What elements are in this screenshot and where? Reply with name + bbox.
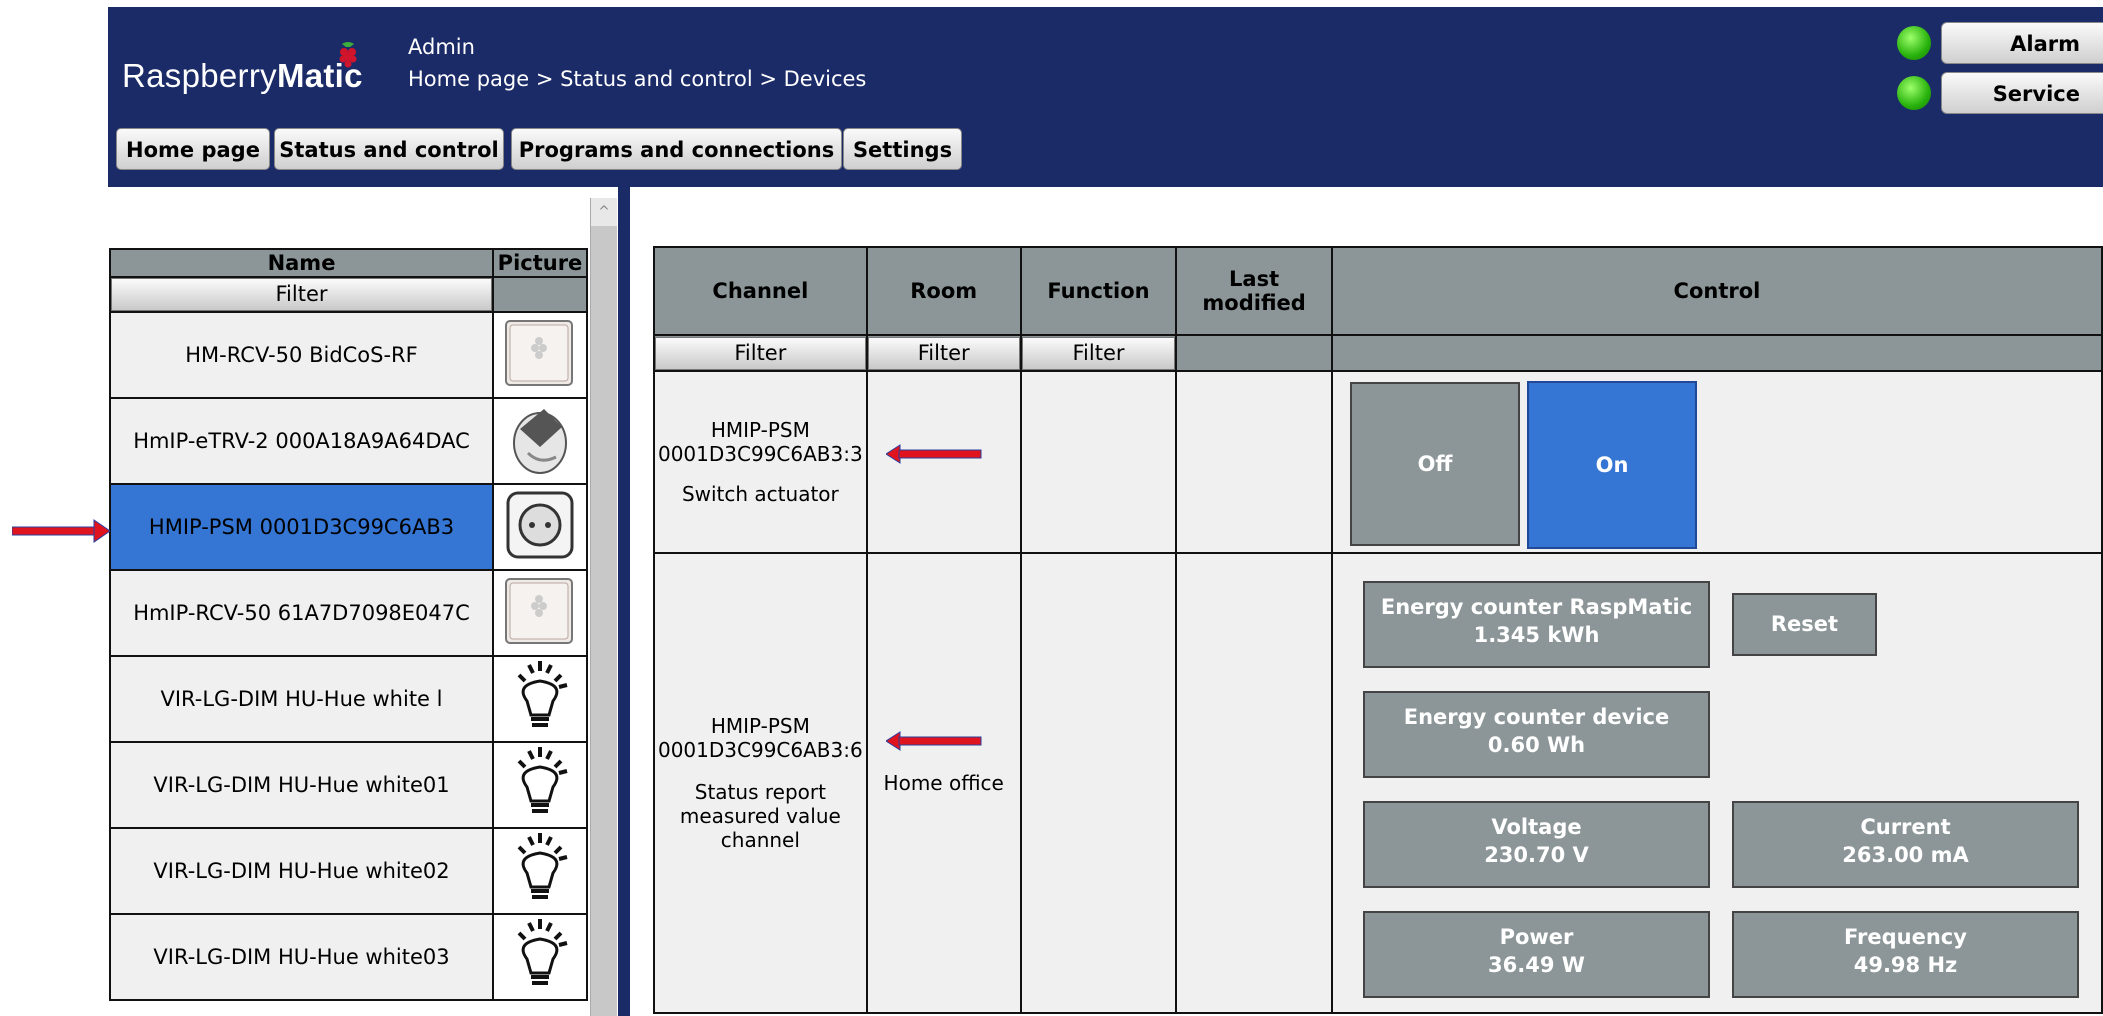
- plug-socket-icon: [492, 483, 588, 571]
- annotation-arrow-icon: [886, 731, 982, 751]
- frequency-value: Frequency 49.98 Hz: [1732, 911, 2079, 998]
- channel-type: Switch actuator: [681, 482, 839, 506]
- energy-counter-device-value: Energy counter device 0.60 Wh: [1363, 691, 1710, 778]
- device-name[interactable]: HMIP-PSM 0001D3C99C6AB3: [109, 483, 494, 571]
- room-filter-button[interactable]: Filter: [867, 336, 1020, 370]
- user-name: Admin: [408, 35, 475, 59]
- nav-programs-connections-button[interactable]: Programs and connections: [511, 128, 842, 170]
- light-bulb-icon: [492, 741, 588, 829]
- column-name: Name: [109, 248, 494, 278]
- radiator-thermostat-icon: [492, 397, 588, 485]
- light-bulb-icon: [492, 655, 588, 743]
- panel-divider: [618, 187, 630, 1016]
- device-name[interactable]: VIR-LG-DIM HU-Hue white01: [109, 741, 494, 829]
- column-control: Control: [1330, 246, 2103, 336]
- device-row[interactable]: VIR-LG-DIM HU-Hue white l: [109, 655, 588, 743]
- nav-status-control-button[interactable]: Status and control: [274, 128, 504, 170]
- nav-home-page-button[interactable]: Home page: [116, 128, 270, 170]
- power-value: Power 36.49 W: [1363, 911, 1710, 998]
- alarm-status-led: [1897, 26, 1931, 60]
- device-name[interactable]: HM-RCV-50 BidCoS-RF: [109, 311, 494, 399]
- nav-settings-button[interactable]: Settings: [843, 128, 962, 170]
- breadcrumb: Home page > Status and control > Devices: [408, 67, 867, 91]
- device-list-scrollbar[interactable]: ^: [590, 198, 617, 1016]
- annotation-arrow-icon: [886, 444, 982, 464]
- device-row[interactable]: HM-RCV-50 BidCoS-RF: [109, 311, 588, 399]
- switch-on-button[interactable]: On: [1527, 381, 1697, 549]
- channel-cell: HMIP-PSM 0001D3C99C6AB3:6 Status report …: [653, 552, 868, 1014]
- service-button[interactable]: Service: [1941, 72, 2103, 114]
- device-name[interactable]: VIR-LG-DIM HU-Hue white02: [109, 827, 494, 915]
- function-cell: [1019, 370, 1178, 554]
- annotation-arrow-icon: [12, 519, 110, 543]
- column-last-modified: Last modified: [1175, 246, 1333, 336]
- energy-counter-raspmatic-value: Energy counter RaspMatic 1.345 kWh: [1363, 581, 1710, 668]
- device-row[interactable]: VIR-LG-DIM HU-Hue white01: [109, 741, 588, 829]
- header-bar: RaspberryMatic Admin Home page > Status …: [108, 7, 2103, 187]
- channel-address: 0001D3C99C6AB3:6: [657, 738, 863, 762]
- light-bulb-icon: [492, 913, 588, 1001]
- switch-off-button[interactable]: Off: [1350, 382, 1520, 546]
- column-function: Function: [1019, 246, 1178, 336]
- column-picture: Picture: [492, 248, 588, 278]
- energy-reset-button[interactable]: Reset: [1732, 593, 1877, 656]
- room-cell: Home office: [865, 552, 1022, 1014]
- device-name[interactable]: HmIP-RCV-50 61A7D7098E047C: [109, 569, 494, 657]
- alarm-button[interactable]: Alarm: [1941, 22, 2103, 64]
- column-room: Room: [865, 246, 1022, 336]
- function-cell: [1019, 552, 1178, 1014]
- channel-cell: HMIP-PSM 0001D3C99C6AB3:3 Switch actuato…: [653, 370, 868, 554]
- ccu-device-icon: [492, 569, 588, 657]
- channel-filter-button[interactable]: Filter: [655, 336, 866, 370]
- device-name[interactable]: HmIP-eTRV-2 000A18A9A64DAC: [109, 397, 494, 485]
- light-bulb-icon: [492, 827, 588, 915]
- device-row[interactable]: HmIP-RCV-50 61A7D7098E047C: [109, 569, 588, 657]
- device-list-table: Name Picture Filter HM-RCV-50 BidCoS-RF …: [109, 248, 588, 1001]
- device-row[interactable]: HmIP-eTRV-2 000A18A9A64DAC: [109, 397, 588, 485]
- last-modified-cell: [1175, 370, 1333, 554]
- ccu-device-icon: [492, 311, 588, 399]
- channel-address: 0001D3C99C6AB3:3: [657, 442, 863, 466]
- device-name[interactable]: VIR-LG-DIM HU-Hue white03: [109, 913, 494, 1001]
- device-row[interactable]: VIR-LG-DIM HU-Hue white03: [109, 913, 588, 1001]
- scroll-up-icon[interactable]: ^: [591, 198, 617, 226]
- name-filter-button[interactable]: Filter: [111, 278, 492, 311]
- device-row-selected[interactable]: HMIP-PSM 0001D3C99C6AB3: [109, 483, 588, 571]
- channel-type: Status report measured value channel: [679, 780, 841, 852]
- channel-name: HMIP-PSM: [710, 714, 810, 738]
- last-modified-cell: [1175, 552, 1333, 1014]
- current-value: Current 263.00 mA: [1732, 801, 2079, 888]
- voltage-value: Voltage 230.70 V: [1363, 801, 1710, 888]
- channel-name: HMIP-PSM: [710, 418, 810, 442]
- device-row[interactable]: VIR-LG-DIM HU-Hue white02: [109, 827, 588, 915]
- function-filter-button[interactable]: Filter: [1021, 336, 1176, 370]
- service-status-led: [1897, 76, 1931, 110]
- column-channel: Channel: [653, 246, 868, 336]
- device-name[interactable]: VIR-LG-DIM HU-Hue white l: [109, 655, 494, 743]
- app-logo[interactable]: RaspberryMatic: [122, 57, 363, 95]
